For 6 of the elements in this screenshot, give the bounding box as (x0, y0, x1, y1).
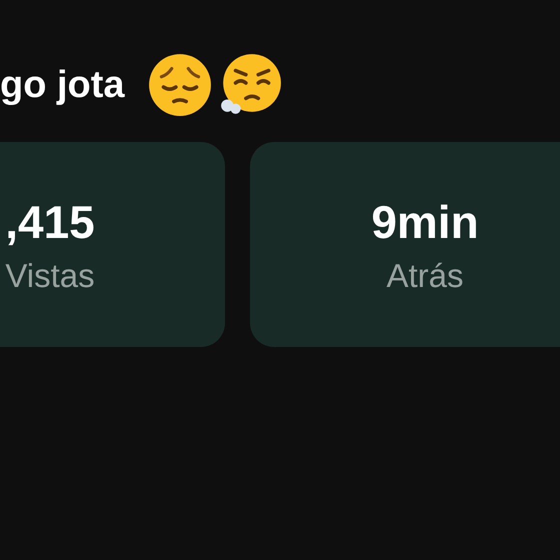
stat-value: ,415 (5, 194, 95, 248)
sad-face-icon (146, 52, 213, 118)
stat-label: Vistas (5, 256, 95, 294)
stat-label: Atrás (386, 256, 464, 294)
stat-value: 9min (371, 194, 479, 248)
post-title: go jota (0, 64, 125, 106)
